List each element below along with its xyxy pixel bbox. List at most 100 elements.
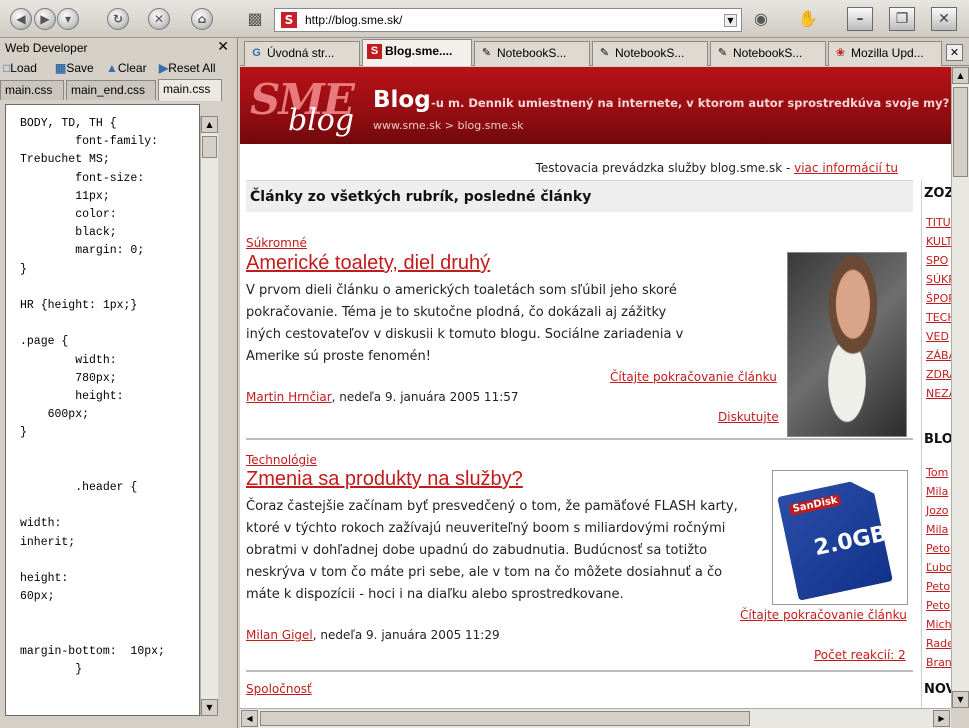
right-link[interactable]: ZDRA [926, 368, 951, 381]
tab-label: Blog.sme.... [385, 44, 453, 58]
right-link[interactable]: Rade [926, 637, 951, 650]
read-more-link[interactable]: Čítajte pokračovanie článku [610, 370, 777, 384]
tab-main-css[interactable]: main.css [0, 80, 64, 100]
page-icon: ✎ [599, 47, 610, 59]
tab-main-css-active[interactable]: main.css [158, 79, 222, 101]
article-meta: Martin Hrnčiar, nedeľa 9. januára 2005 1… [246, 390, 519, 404]
read-more-link[interactable]: Čítajte pokračovanie článku [740, 608, 907, 622]
article-title[interactable]: Zmenia sa produkty na služby? [246, 468, 523, 491]
right-link[interactable]: Bran [926, 656, 951, 669]
page-icon: ✎ [481, 47, 492, 59]
right-sidebar: ZOZ TITU KULT SPO SÚKR ŠPOR TECH VED ZÁBA ZDRA NE… [921, 180, 951, 708]
right-link[interactable]: NEZA [926, 387, 951, 400]
comments-link[interactable]: Počet reakcií: 2 [814, 648, 906, 662]
scroll-up-icon[interactable]: ▲ [952, 67, 969, 84]
load-button[interactable]: □Load [3, 61, 37, 75]
disk-icon: ▦ [55, 61, 67, 75]
right-link[interactable]: ZÁBA [926, 349, 951, 362]
scroll-left-icon[interactable]: ◀ [241, 710, 258, 727]
bookmark-page-icon[interactable]: ▩ [244, 8, 266, 30]
close-window-button[interactable]: ✕ [931, 7, 957, 31]
right-link[interactable]: Peto [926, 580, 950, 593]
article-body: Čoraz častejšie začínam byť presvedčený … [246, 499, 738, 602]
scroll-thumb[interactable] [202, 136, 217, 158]
blog-logo[interactable]: blog [288, 103, 354, 138]
tab-main-end-css[interactable]: main_end.css [66, 80, 156, 100]
page-subtitle: -u m. Dennik umiestnený na internete, v … [431, 96, 950, 110]
comments-link[interactable]: Diskutujte [718, 410, 779, 424]
google-icon: G [252, 47, 261, 59]
reset-all-label: Reset All [168, 61, 216, 75]
right-link[interactable]: Jozo [926, 504, 948, 517]
right-link[interactable]: Mich [926, 618, 951, 631]
right-link[interactable]: TECH [926, 311, 951, 324]
menu-dropdown-icon[interactable]: ▾ [57, 8, 79, 30]
home-icon[interactable]: ⌂ [191, 8, 213, 30]
article-photo-boy[interactable] [787, 252, 907, 437]
go-globe-icon[interactable]: ◉ [750, 8, 772, 30]
right-link[interactable]: Peto [926, 599, 950, 612]
article-rubric[interactable]: Technológie [246, 453, 317, 467]
right-link[interactable]: Tom [926, 466, 948, 479]
browser-tabbar: G Úvodná str... S Blog.sme.... ✎ NotebookS.… [240, 38, 969, 66]
right-link[interactable]: SPO [926, 254, 948, 267]
tab-notebook-3[interactable]: ✎ NotebookS... [710, 41, 826, 66]
scroll-up-icon[interactable]: ▲ [201, 116, 218, 133]
web-developer-panel: Web Developer ✕ □Load ▦Save ▲Clear ▶Rese… [0, 38, 238, 728]
scroll-thumb[interactable] [953, 87, 968, 177]
article-date: , nedeľa 9. januára 2005 11:57 [331, 390, 519, 404]
right-link[interactable]: Peto [926, 542, 950, 555]
right-link[interactable]: VED [926, 330, 949, 343]
restore-button[interactable]: ❐ [889, 7, 915, 31]
article-photo-sd-card[interactable]: SanDisk 2.0GB [772, 470, 908, 605]
right-box-title: ZOZ [924, 186, 951, 201]
right-link[interactable]: ŠPOR [926, 292, 951, 305]
page-title: Blog [373, 87, 431, 113]
notice-link[interactable]: viac informácií tu [794, 161, 898, 175]
address-bar[interactable]: S http://blog.sme.sk/ ▼ [274, 8, 742, 32]
css-editor-scrollbar[interactable]: ▲ ▼ [200, 116, 218, 716]
tab-label: Mozilla Upd... [851, 46, 924, 60]
css-editor[interactable]: BODY, TD, TH { font-family: Trebuchet MS… [5, 104, 200, 716]
scroll-down-icon[interactable]: ▼ [201, 699, 218, 716]
article-rubric[interactable]: Spoločnosť [246, 682, 312, 696]
stop-icon[interactable]: ✕ [148, 8, 170, 30]
page-hscrollbar[interactable]: ◀ ▶ [240, 708, 951, 728]
tab-notebook-1[interactable]: ✎ NotebookS... [474, 41, 590, 66]
sme-icon: S [367, 44, 382, 59]
tab-mozilla-update[interactable]: ❀ Mozilla Upd... [828, 41, 942, 66]
tab-uvodna[interactable]: G Úvodná str... [244, 41, 360, 66]
reset-all-button[interactable]: ▶Reset All [159, 61, 216, 75]
page-scrollbar[interactable]: ▲ ▼ [951, 67, 969, 708]
right-link[interactable]: Mila [926, 523, 948, 536]
minimize-button[interactable]: – [847, 7, 873, 31]
panel-title: Web Developer [5, 41, 88, 55]
clear-button[interactable]: ▲Clear [106, 61, 147, 75]
scroll-down-icon[interactable]: ▼ [952, 691, 969, 708]
hscroll-thumb[interactable] [260, 711, 750, 726]
forward-arrow-icon[interactable]: ▶ [34, 8, 56, 30]
close-tab-icon[interactable]: ✕ [946, 44, 963, 61]
right-link[interactable]: TITU [926, 216, 951, 229]
article-title[interactable]: Americké toalety, diel druhý [246, 252, 490, 275]
tab-blog-sme[interactable]: S Blog.sme.... [362, 39, 472, 66]
right-link[interactable]: Mila [926, 485, 948, 498]
url-dropdown-icon[interactable]: ▼ [724, 14, 737, 27]
reload-icon[interactable]: ↻ [107, 8, 129, 30]
back-arrow-icon[interactable]: ◀ [10, 8, 32, 30]
right-link[interactable]: Ľubo [926, 561, 951, 574]
tab-notebook-2[interactable]: ✎ NotebookS... [592, 41, 708, 66]
right-link[interactable]: KULT [926, 235, 951, 248]
scroll-right-icon[interactable]: ▶ [933, 710, 950, 727]
page-icon: ✎ [717, 47, 728, 59]
save-button[interactable]: ▦Save [55, 61, 94, 75]
extension-icon[interactable]: ✋ [797, 8, 819, 30]
author-link[interactable]: Milan Gigel [246, 628, 313, 642]
site-favicon: S [281, 12, 297, 28]
right-box-title: NOV [924, 682, 951, 697]
author-link[interactable]: Martin Hrnčiar [246, 390, 332, 404]
article-rubric[interactable]: Súkromné [246, 236, 307, 250]
right-link[interactable]: SÚKR [926, 273, 951, 286]
close-icon[interactable]: ✕ [217, 39, 229, 55]
notice-text: Testovacia prevádzka služby blog.sme.sk … [535, 161, 795, 175]
